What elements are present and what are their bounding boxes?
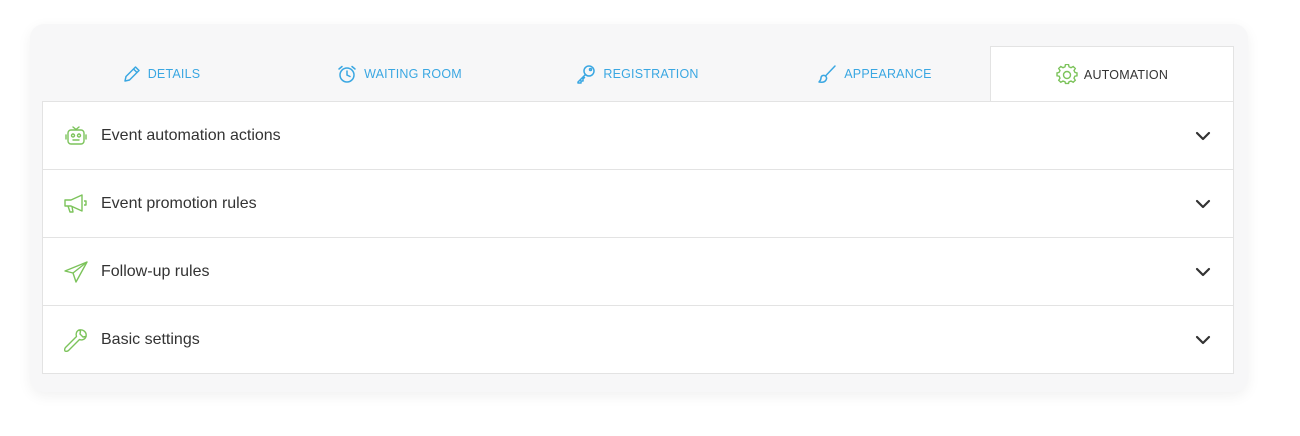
accordion-item-event-promotion-rules[interactable]: Event promotion rules <box>43 170 1233 238</box>
tab-label: REGISTRATION <box>603 67 699 81</box>
tab-registration[interactable]: REGISTRATION <box>518 46 756 102</box>
accordion-item-follow-up-rules[interactable]: Follow-up rules <box>43 238 1233 306</box>
paper-plane-icon <box>63 259 89 285</box>
accordion-item-label: Event promotion rules <box>101 194 257 212</box>
alarm-clock-icon <box>336 64 358 84</box>
accordion-item-basic-settings[interactable]: Basic settings <box>43 306 1233 373</box>
tab-label: AUTOMATION <box>1083 67 1169 82</box>
chevron-down-icon[interactable] <box>1193 194 1213 214</box>
chevron-down-icon[interactable] <box>1193 262 1213 282</box>
chevron-down-icon[interactable] <box>1193 126 1213 146</box>
tab-automation[interactable]: AUTOMATION <box>990 46 1234 102</box>
tab-appearance[interactable]: APPEARANCE <box>756 46 992 102</box>
tab-waiting-room[interactable]: WAITING ROOM <box>280 46 518 102</box>
tab-label: APPEARANCE <box>844 67 932 81</box>
robot-icon <box>63 123 89 149</box>
pencil-icon <box>122 64 142 84</box>
accordion-item-label: Event automation actions <box>101 126 281 144</box>
megaphone-icon <box>63 191 89 217</box>
tab-details[interactable]: DETAILS <box>42 46 280 102</box>
accordion-item-label: Basic settings <box>101 330 200 348</box>
accordion-item-event-automation-actions[interactable]: Event automation actions <box>43 102 1233 170</box>
tab-bar: DETAILS WAITING ROOM REGISTRATION APPEAR… <box>42 46 1234 102</box>
accordion-panel: Event automation actions Event promotion… <box>42 101 1234 374</box>
brush-icon <box>816 63 838 85</box>
key-icon <box>575 63 597 85</box>
chevron-down-icon[interactable] <box>1193 330 1213 350</box>
wrench-icon <box>63 327 89 353</box>
tab-label: DETAILS <box>147 67 201 81</box>
accordion-item-label: Follow-up rules <box>101 262 210 280</box>
gear-icon <box>1056 63 1078 86</box>
tab-label: WAITING ROOM <box>364 67 462 81</box>
